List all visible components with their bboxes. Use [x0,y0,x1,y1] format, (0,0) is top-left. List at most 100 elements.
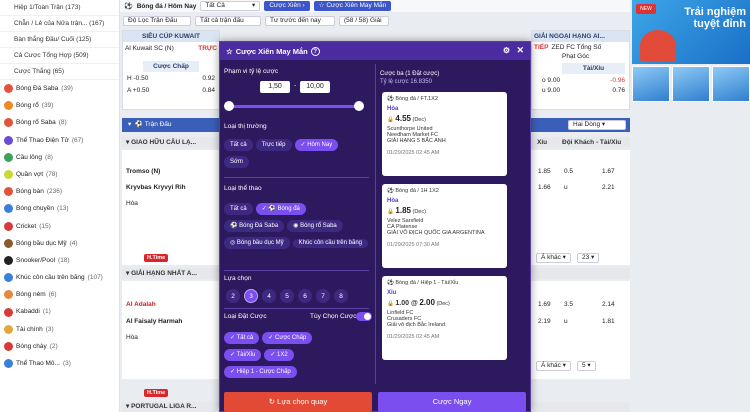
lucky-parlay-button[interactable]: ☆ Cược Xiên May Mắn [313,1,392,11]
sidebar-top-item[interactable]: Cược Thắng (65) [0,64,119,80]
sidebar-sport-item[interactable]: Kabaddi (1) [0,303,119,320]
bettype-chip-all[interactable]: ✓ Tất cả [224,332,260,344]
selection-count-option[interactable]: 5 [280,289,294,303]
close-icon[interactable]: ✕ [516,45,524,56]
more-count[interactable]: 5 ▾ [577,361,596,371]
more-markets[interactable]: Á khác ▾ [536,361,571,371]
selection-count-option[interactable]: 7 [316,289,330,303]
bet-now-button[interactable]: Cược Ngay [378,392,526,412]
over-line[interactable]: o 9.00 [542,77,560,84]
odds-max-input[interactable]: 10,00 [300,81,330,93]
ticket-card[interactable]: ⚽ Bóng đá / Hiệp 1 - Tài/Xỉu Xỉu 🔒 1.00 … [382,276,507,360]
handicap-home[interactable]: H -0.50 [127,75,148,82]
slider-handle-max[interactable] [354,101,364,111]
sidebar-sport-item[interactable]: Quần vợt (78) [0,166,119,183]
settings-icon[interactable]: ⚙ [503,46,510,55]
odds-cell[interactable]: 2.21 [602,184,615,191]
sidebar-top-item[interactable]: Chẵn / Lẻ của Nửa trận... (167) [0,16,119,32]
market-chip-live[interactable]: Trực tiếp [255,139,292,151]
ticket-card[interactable]: ⚽ Bóng đá / FT.1X2 Hòa 🔒 4.55 (Dec) Scun… [382,92,507,176]
all-matches-select[interactable]: Tất cả trận đấu [195,16,261,26]
help-icon[interactable]: ? [310,46,320,56]
odds-cell[interactable]: 1.69 [538,301,551,308]
market-chip-all[interactable]: Tất cả [224,139,253,151]
selection-count-option[interactable]: 3 [244,289,258,303]
sport-chip-american-football[interactable]: ◎ Bóng bầu dục Mỹ [224,237,290,249]
odds-min-input[interactable]: 1,50 [260,81,290,93]
sidebar-top-item[interactable]: Bàn thắng Đầu/ Cuối (125) [0,32,119,48]
market-chip-early[interactable]: Sớm [224,156,249,168]
sidebar-sport-item[interactable]: Bóng chày (2) [0,338,119,355]
halftime-badge[interactable]: H.Time [144,254,169,262]
optional-bet-toggle[interactable] [356,312,372,321]
bettype-chip-1h-handicap[interactable]: ✓ Hiệp 1 - Cược Chấp [224,366,297,378]
odds-cell[interactable]: 2.19 [538,318,551,325]
sport-chip-soccer[interactable]: ✓ ⚽ Bóng đá [255,203,306,215]
match-filter[interactable]: Độ Lọc Trận Đấu [123,16,191,26]
sidebar-sport-label: Bóng ném [16,291,46,299]
selection-count-option[interactable]: 8 [334,289,348,303]
over-odds[interactable]: -0.96 [610,77,625,84]
halftime-badge[interactable]: H.Time [144,389,169,397]
odds-cell[interactable]: 1.85 [538,168,551,175]
odds-cell[interactable]: 2.14 [602,301,615,308]
sport-chip-all[interactable]: Tất cả [224,203,253,215]
sidebar-sport-item[interactable]: Bóng bàn (236) [0,183,119,200]
sidebar-top-item[interactable]: Hiệp 1/Toàn Trận (173) [0,0,119,16]
odds-cell[interactable]: 1.66 [538,184,551,191]
featured-match-card[interactable]: GIẢI NGOẠI HẠNG AI... TIẾP ZED FC Tổng Số… [531,30,630,110]
sidebar-sport-item[interactable]: Cricket (15) [0,218,119,235]
odds-cell[interactable]: 0.5 [564,168,573,175]
bettype-chip-handicap[interactable]: ✓ Cược Chấp [262,332,313,344]
promo-banner[interactable]: NEW Trải nghiệm tuyệt đỉnh [632,0,750,64]
under-line[interactable]: u 9.00 [542,87,560,94]
banner-thumb[interactable] [712,66,750,102]
banner-thumb[interactable] [632,66,670,102]
slider-handle-min[interactable] [224,101,234,111]
sidebar-sport-item[interactable]: Bóng rổ (39) [0,97,119,114]
handicap-away[interactable]: A +0.50 [127,87,149,94]
sort-select[interactable]: Hai Dòng ▾ [568,120,626,130]
market-chip-today[interactable]: ✓ Hôm Nay [294,139,339,151]
date-select[interactable]: Tư trước đến nay [265,16,335,26]
reselect-button[interactable]: ↻ Lựa chọn quay [224,392,372,412]
sport-chip-ice-hockey[interactable]: Khúc côn cầu trên băng [292,239,368,248]
odds-cell[interactable]: u [564,318,568,325]
bettype-chip-1x2[interactable]: ✓ 1X2 [264,349,294,361]
selection-count-option[interactable]: 2 [226,289,240,303]
league-select[interactable]: (58 / 58) Giải [339,16,389,26]
sidebar-sport-item[interactable]: Bóng Đá Saba (39) [0,80,119,97]
sidebar-sport-item[interactable]: Bóng chuyền (13) [0,200,119,217]
sidebar-sport-item[interactable]: Cầu lông (8) [0,149,119,166]
more-markets[interactable]: Á khác ▾ [536,253,571,263]
odds-cell[interactable]: 1.67 [602,168,615,175]
selection-count-option[interactable]: 6 [298,289,312,303]
banner-thumb[interactable] [672,66,710,102]
sidebar-sport-item[interactable]: Khúc côn cầu trên băng (107) [0,269,119,286]
collapse-icon[interactable]: ▾ [128,121,131,128]
ticket-card[interactable]: ⚽ Bóng đá / 1H 1X2 Hòa 🔒 1.85 (Dec) Vele… [382,184,507,268]
sidebar-top-item[interactable]: Cả Cược Tổng Hợp (509) [0,48,119,64]
sidebar-sport-item[interactable]: Thể Thao Mô... (3) [0,355,119,372]
handicap-away-odds[interactable]: 0.84 [202,87,215,94]
selection-count-option[interactable]: 4 [262,289,276,303]
odds-cell[interactable]: 3.5 [564,301,573,308]
odds-range-slider[interactable] [228,105,360,108]
sidebar-sport-item[interactable]: Bóng ném (6) [0,286,119,303]
sport-chip-saba-basketball[interactable]: ◉ Bóng rổ Saba [287,220,343,232]
odds-cell[interactable]: u [564,184,568,191]
odds-cell[interactable]: 1.81 [602,318,615,325]
handicap-home-odds[interactable]: 0.92 [202,75,215,82]
sidebar-sport-item[interactable]: Thể Thao Điện Tử (67) [0,132,119,149]
filter-select[interactable]: Tất Cả ▾ [200,1,261,11]
sport-chip-saba-soccer[interactable]: ⚽ Bóng Đá Saba [224,220,285,232]
under-odds[interactable]: 0.76 [612,87,625,94]
bettype-chip-ou[interactable]: ✓ Tài/Xỉu [224,349,262,361]
sidebar-sport-item[interactable]: Snooker/Pool (18) [0,252,119,269]
sidebar-sport-item[interactable]: Tài chính (3) [0,321,119,338]
sidebar-sport-item[interactable]: Bóng bầu dục Mỹ (4) [0,235,119,252]
featured-match-card[interactable]: SIÊU CÚP KUWAIT Al Kuwait SC (N) TRỰC Cượ… [122,30,220,110]
more-count[interactable]: 23 ▾ [577,253,600,263]
sidebar-sport-item[interactable]: Bóng rổ Saba (8) [0,114,119,131]
parlay-button[interactable]: Cược Xiên › [264,1,310,11]
